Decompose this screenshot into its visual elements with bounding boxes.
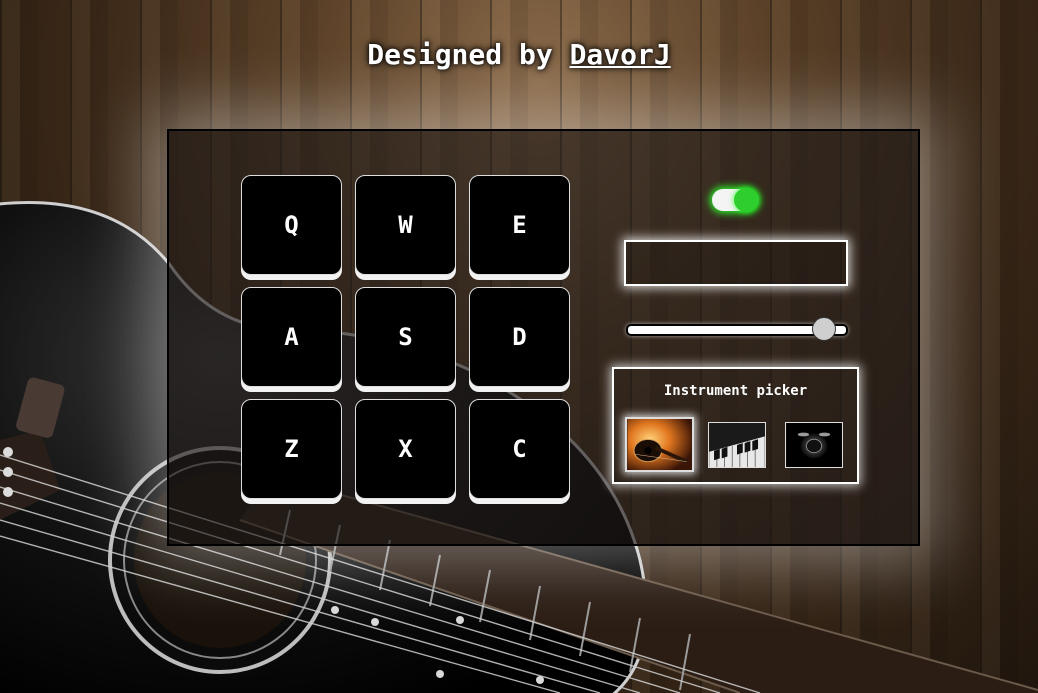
author-link[interactable]: DavorJ — [570, 38, 671, 71]
drum-pad-q[interactable]: Q — [241, 175, 342, 275]
drum-pad-c[interactable]: C — [469, 399, 570, 499]
drum-pad-a[interactable]: A — [241, 287, 342, 387]
power-toggle[interactable] — [712, 188, 758, 212]
drum-pad-x[interactable]: X — [355, 399, 456, 499]
guitar-thumbnail-icon — [627, 419, 692, 470]
title-prefix: Designed by — [367, 38, 553, 71]
instrument-option-piano[interactable] — [708, 422, 766, 468]
page-title: Designed by DavorJ — [0, 38, 1038, 71]
drum-machine-panel: Q W E A S D Z X C Instrument picker — [167, 129, 920, 546]
instrument-option-drum[interactable] — [785, 422, 843, 468]
drum-pad-w[interactable]: W — [355, 175, 456, 275]
drum-pad-z[interactable]: Z — [241, 399, 342, 499]
power-toggle-knob — [734, 188, 758, 212]
volume-slider-thumb[interactable] — [812, 317, 836, 341]
drum-pad-e[interactable]: E — [469, 175, 570, 275]
instrument-picker-title: Instrument picker — [663, 383, 808, 399]
volume-slider[interactable] — [626, 317, 848, 341]
instrument-picker: Instrument picker — [612, 367, 859, 484]
drum-thumbnail-icon — [786, 423, 842, 467]
drum-pad-d[interactable]: D — [469, 287, 570, 387]
instrument-option-guitar[interactable] — [625, 417, 694, 472]
sound-display — [624, 240, 848, 286]
drum-pad-s[interactable]: S — [355, 287, 456, 387]
drum-pad-grid: Q W E A S D Z X C — [241, 175, 570, 501]
piano-thumbnail-icon — [709, 423, 765, 467]
